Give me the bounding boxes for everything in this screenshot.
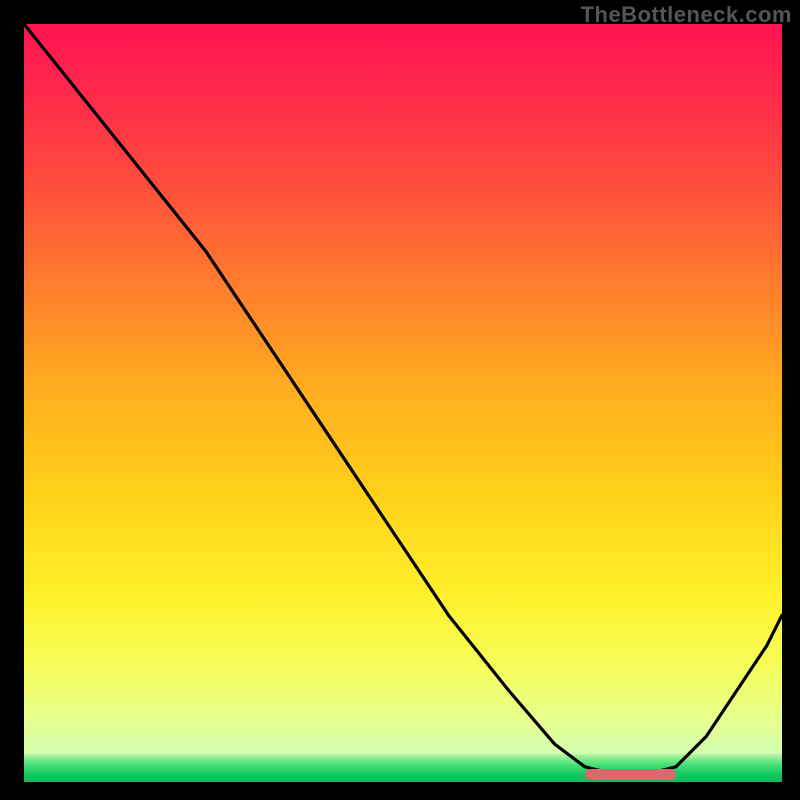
bottleneck-curve	[24, 24, 782, 782]
plot-area	[24, 24, 782, 782]
watermark-text: TheBottleneck.com	[581, 2, 792, 28]
chart-frame: TheBottleneck.com	[0, 0, 800, 800]
optimal-range-marker	[585, 769, 676, 780]
